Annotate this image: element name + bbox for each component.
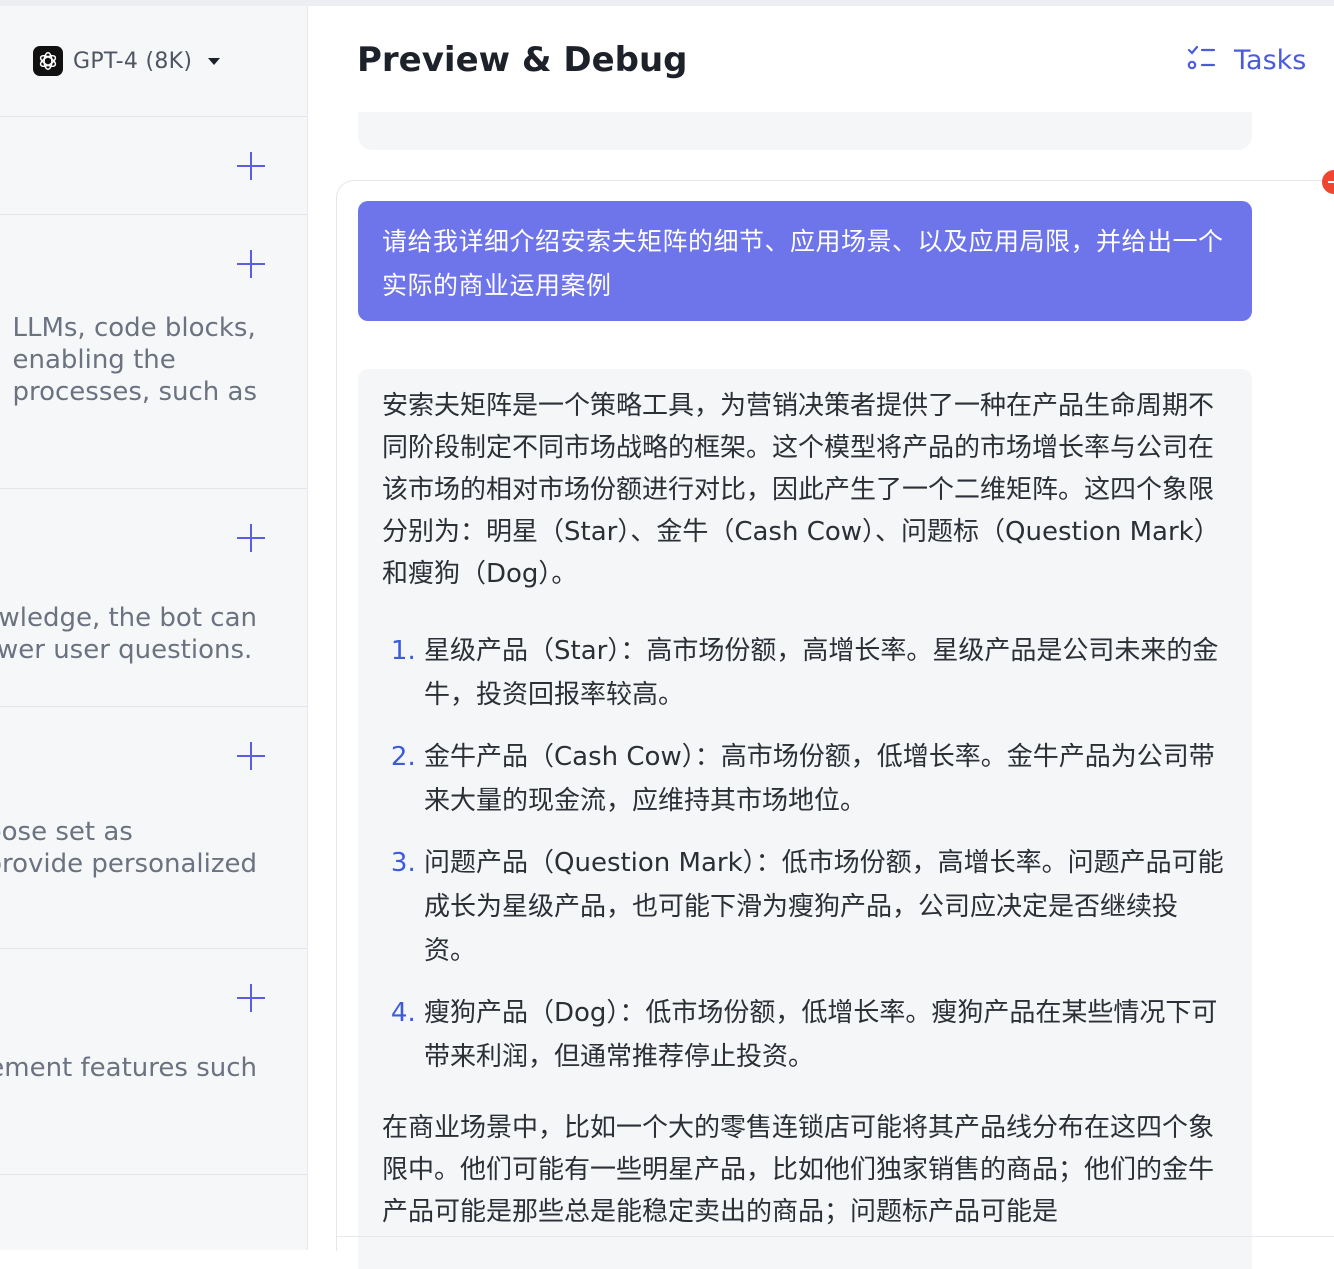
section-divider — [0, 488, 307, 489]
left-config-panel: GPT-4 (8K) LLMs, code blocks, enabling t… — [0, 6, 308, 1250]
section-divider — [0, 948, 307, 949]
add-plugin-button[interactable] — [236, 151, 266, 181]
add-variable-button[interactable] — [236, 741, 266, 771]
bot-list: 星级产品（Star）：高市场份额，高增长率。星级产品是公司未来的金牛，投资回报率… — [382, 629, 1228, 1079]
section-description: LLMs, code blocks, enabling the processe… — [12, 313, 257, 407]
bot-outro-paragraph: 在商业场景中，比如一个大的零售连锁店可能将其产品线分布在这四个象限中。他们可能有… — [382, 1113, 1215, 1227]
tasks-icon — [1186, 44, 1216, 76]
add-workflow-button[interactable] — [236, 249, 266, 279]
section-divider — [0, 706, 307, 707]
list-item: 问题产品（Question Mark）：低市场份额，高增长率。问题产品可能成长为… — [424, 841, 1228, 973]
list-item: 金牛产品（Cash Cow）：高市场份额，低增长率。金牛产品为公司带来大量的现金… — [424, 735, 1228, 823]
section-description: knowledge, the bot can answer user quest… — [0, 603, 257, 665]
page-title: Preview & Debug — [357, 40, 688, 80]
section-divider — [0, 214, 307, 215]
tasks-button[interactable]: Tasks — [1186, 44, 1306, 76]
bot-message: 安索夫矩阵是一个策略工具，为营销决策者提供了一种在产品生命周期不同阶段制定不同市… — [358, 369, 1252, 1269]
section-description: Choose set as to provide personalized — [0, 817, 257, 879]
list-item: 星级产品（Star）：高市场份额，高增长率。星级产品是公司未来的金牛，投资回报率… — [424, 629, 1228, 717]
chat-bottom-border — [336, 1236, 1334, 1237]
tasks-label: Tasks — [1234, 44, 1307, 76]
section-divider — [0, 116, 307, 117]
section-divider — [0, 1174, 307, 1175]
bot-intro-paragraph: 安索夫矩阵是一个策略工具，为营销决策者提供了一种在产品生命周期不同阶段制定不同市… — [382, 391, 1220, 589]
caret-down-icon — [208, 57, 221, 65]
model-selector[interactable]: GPT-4 (8K) — [33, 46, 221, 76]
section-description: management features such — [0, 1053, 257, 1083]
model-label: GPT-4 (8K) — [73, 48, 193, 74]
add-knowledge-button[interactable] — [236, 523, 266, 553]
previous-message-card — [358, 112, 1252, 150]
list-item: 瘦狗产品（Dog）：低市场份额，低增长率。瘦狗产品在某些情况下可带来利润，但通常… — [424, 991, 1228, 1079]
openai-logo-icon — [33, 46, 63, 76]
user-message: 请给我详细介绍安索夫矩阵的细节、应用场景、以及应用局限，并给出一个实际的商业运用… — [358, 201, 1252, 321]
add-feature-button[interactable] — [236, 983, 266, 1013]
